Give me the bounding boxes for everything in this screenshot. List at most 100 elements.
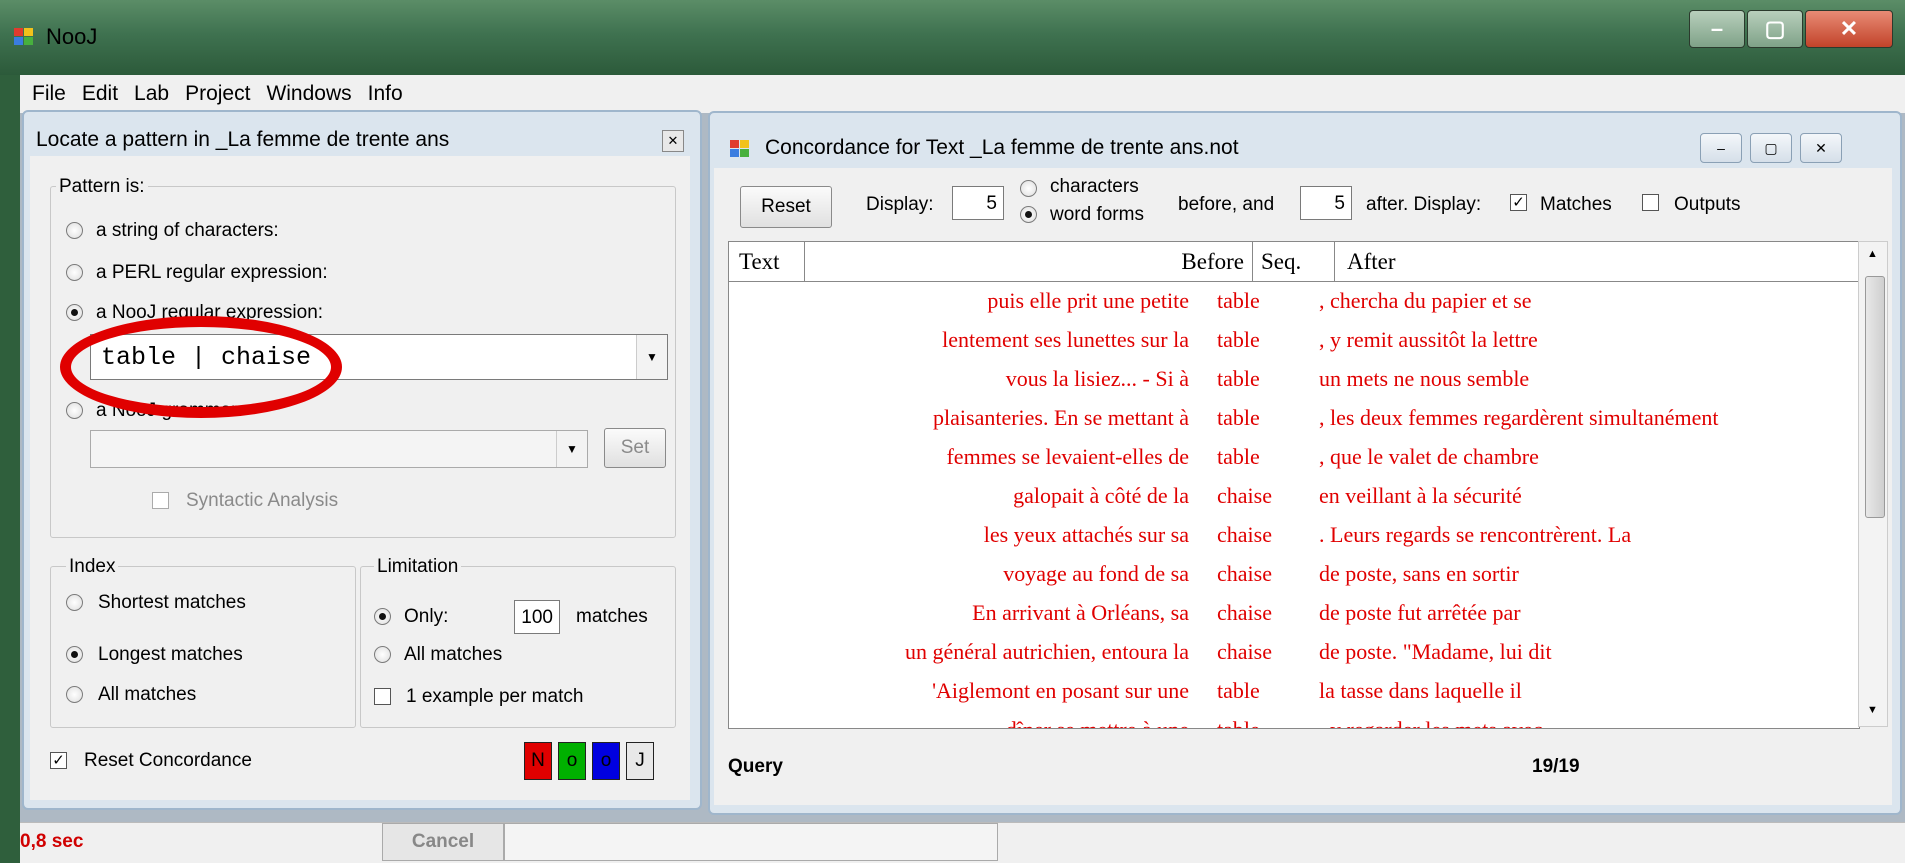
color-button-n[interactable]: N [524, 742, 552, 780]
window-controls: – ▢ ✕ [1687, 10, 1893, 48]
color-button-j[interactable]: J [626, 742, 654, 780]
seq-cell: table [1217, 444, 1260, 469]
concordance-title: Concordance for Text _La femme de trente… [765, 136, 1239, 159]
seq-cell: table [1217, 405, 1260, 430]
nooj-window-icon [730, 140, 750, 158]
table-row[interactable]: puis elle prit une petite table , chercha … [729, 282, 1859, 321]
matches-checkbox[interactable]: ✓ [1510, 194, 1527, 211]
example-per-match-checkbox[interactable] [374, 688, 391, 705]
pattern-radio-perl[interactable] [66, 264, 83, 281]
before-cell: dîner se mettre à une [729, 717, 1189, 728]
unit-characters-label: characters [1050, 176, 1139, 197]
close-icon[interactable]: ✕ [662, 130, 684, 152]
index-radio-shortest[interactable] [66, 594, 83, 611]
after-cell: , chercha du papier et se [1319, 288, 1532, 313]
minimize-button[interactable]: – [1689, 10, 1745, 48]
table-row[interactable]: femmes se levaient-elles de table , que le… [729, 438, 1859, 477]
before-cell: voyage au fond de sa [1003, 561, 1189, 586]
before-cell: les yeux attachés sur sa [983, 522, 1189, 547]
table-row[interactable]: voyage au fond de sa chaise de poste, sans… [729, 555, 1859, 594]
pattern-radio-nooj-regex[interactable] [66, 304, 83, 321]
seq-cell: chaise [1217, 600, 1272, 625]
reset-concordance-label: Reset Concordance [84, 750, 252, 771]
before-cell: galopait à côté de la [1013, 483, 1189, 508]
after-display-label: after. Display: [1366, 194, 1482, 215]
column-header-before[interactable]: Before [805, 242, 1253, 282]
after-cell: . Leurs regards se rencontrèrent. La [1319, 522, 1632, 547]
concordance-scrollbar[interactable]: ▲ ▼ [1858, 241, 1888, 727]
before-cell: vous la lisiez... - Si à [1005, 366, 1189, 391]
menu-file[interactable]: File [32, 82, 66, 106]
table-row[interactable]: dîner se mettre à une table , y regarder l… [729, 711, 1859, 728]
example-per-match-label: 1 example per match [406, 686, 584, 707]
close-button[interactable]: ✕ [1805, 10, 1893, 48]
column-header-seq[interactable]: Seq. [1253, 242, 1335, 282]
pattern-radio-grammar[interactable] [66, 402, 83, 419]
unit-radio-word-forms[interactable] [1020, 206, 1037, 223]
table-row[interactable]: En arrivant à Orléans, sa chaise de poste … [729, 594, 1859, 633]
table-row[interactable]: un général autrichien, entoura la chaise d… [729, 633, 1859, 672]
after-cell: de poste, sans en sortir [1319, 561, 1519, 586]
unit-word-forms-label: word forms [1050, 204, 1144, 225]
index-radio-longest[interactable] [66, 646, 83, 663]
column-header-after[interactable]: After [1335, 242, 1859, 282]
limit-radio-all[interactable] [374, 646, 391, 663]
title-bar: NooJ – ▢ ✕ [0, 0, 1905, 75]
outputs-checkbox[interactable] [1642, 194, 1659, 211]
color-button-o1[interactable]: o [558, 742, 586, 780]
pattern-radio-string[interactable] [66, 222, 83, 239]
seq-cell: table [1217, 288, 1260, 313]
menu-project[interactable]: Project [185, 82, 250, 106]
after-cell: de poste. "Madame, lui dit [1319, 639, 1552, 664]
table-row[interactable]: les yeux attachés sur sa chaise . Leurs re… [729, 516, 1859, 555]
concordance-window-controls: – ▢ ✕ [1692, 133, 1842, 163]
grammar-combo[interactable]: ▼ [90, 430, 588, 468]
concordance-close-button[interactable]: ✕ [1800, 133, 1842, 163]
menu-windows[interactable]: Windows [266, 82, 351, 106]
after-cell: , y remit aussitôt la lettre [1319, 327, 1538, 352]
table-row[interactable]: galopait à côté de la chaise en veillant à… [729, 477, 1859, 516]
concordance-maximize-button[interactable]: ▢ [1750, 133, 1792, 163]
seq-cell: table [1217, 366, 1260, 391]
menu-edit[interactable]: Edit [82, 82, 118, 106]
syntactic-analysis-checkbox[interactable] [152, 492, 169, 509]
pattern-option-string: a string of characters: [96, 220, 279, 241]
display-label: Display: [866, 194, 934, 215]
menu-bar: File Edit Lab Project Windows Info [20, 75, 1905, 114]
table-row[interactable]: vous la lisiez... - Si à table un mets ne … [729, 360, 1859, 399]
scroll-up-icon[interactable]: ▲ [1867, 248, 1878, 260]
chevron-down-icon[interactable]: ▼ [556, 431, 587, 467]
table-row[interactable]: lentement ses lunettes sur la table , y re… [729, 321, 1859, 360]
reset-concordance-checkbox[interactable]: ✓ [50, 752, 67, 769]
table-row[interactable]: plaisanteries. En se mettant à table , les… [729, 399, 1859, 438]
reset-button[interactable]: Reset [740, 186, 832, 228]
maximize-button[interactable]: ▢ [1747, 10, 1803, 48]
limit-input[interactable]: 100 [514, 600, 560, 634]
menu-lab[interactable]: Lab [134, 82, 169, 106]
menu-info[interactable]: Info [368, 82, 403, 106]
seq-cell: table [1217, 717, 1260, 728]
status-bar: 0,8 sec Cancel [20, 822, 1905, 863]
app-title: NooJ [46, 24, 98, 49]
index-option-shortest: Shortest matches [98, 592, 246, 613]
index-radio-all[interactable] [66, 686, 83, 703]
set-button[interactable]: Set [604, 428, 666, 468]
color-button-o2[interactable]: o [592, 742, 620, 780]
concordance-minimize-button[interactable]: – [1700, 133, 1742, 163]
after-cell: de poste fut arrêtée par [1319, 600, 1521, 625]
limit-all-label: All matches [404, 644, 503, 665]
chevron-down-icon[interactable]: ▼ [636, 335, 667, 379]
after-count-input[interactable]: 5 [1300, 186, 1352, 220]
before-cell: puis elle prit une petite [987, 288, 1189, 313]
before-cell: 'Aiglemont en posant sur une [932, 678, 1189, 703]
unit-radio-characters[interactable] [1020, 180, 1037, 197]
limit-matches-label: matches [576, 606, 648, 627]
cancel-button[interactable]: Cancel [382, 823, 504, 861]
scroll-down-icon[interactable]: ▼ [1867, 704, 1878, 716]
table-row[interactable]: 'Aiglemont en posant sur une table la tass… [729, 672, 1859, 711]
status-field [504, 823, 998, 861]
before-count-input[interactable]: 5 [952, 186, 1004, 220]
column-header-text[interactable]: Text [729, 242, 805, 282]
limit-radio-only[interactable] [374, 608, 391, 625]
scroll-thumb[interactable] [1865, 276, 1885, 518]
